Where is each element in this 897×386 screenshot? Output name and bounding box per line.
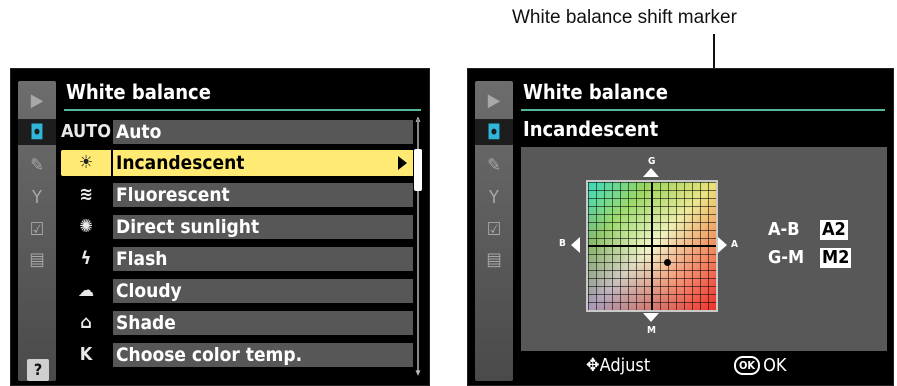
menu-item-label: Flash	[113, 247, 413, 271]
retouch-icon[interactable]: ☑	[22, 217, 52, 243]
recent-settings-icon[interactable]: ▤	[479, 247, 509, 273]
pencil-icon[interactable]: ✎	[22, 153, 52, 179]
menu-item-fluorescent[interactable]: ≋ Fluorescent	[61, 181, 413, 209]
menu-item-direct-sunlight[interactable]: ✺ Direct sunlight	[61, 213, 413, 241]
wrench-icon[interactable]: Y	[22, 185, 52, 211]
playback-icon[interactable]: ▶	[22, 88, 52, 114]
axis-label-green: G	[648, 156, 656, 167]
page-title: White balance	[66, 80, 211, 104]
kelvin-icon: K	[79, 344, 93, 365]
shift-axis-label: A-B	[768, 219, 800, 240]
axis-label-magenta: M	[647, 325, 656, 336]
menu-item-flash[interactable]: ϟ Flash	[61, 245, 413, 273]
menu-item-cloudy[interactable]: ☁ Cloudy	[61, 277, 413, 305]
camera-icon[interactable]: ◘	[18, 119, 56, 145]
menu-item-label: Incandescent	[113, 150, 413, 176]
ok-hint[interactable]: OK OK	[734, 355, 786, 376]
flash-icon: ϟ	[80, 248, 92, 269]
white-balance-menu-screen: ▶ ◘ ✎ Y ☑ ▤ ? White balance AUTO Auto ☀ …	[10, 68, 430, 386]
selected-preset-title: Incandescent	[523, 117, 659, 141]
playback-icon[interactable]: ▶	[479, 88, 509, 114]
magenta-arrow-icon	[643, 313, 659, 322]
menu-item-label: Cloudy	[113, 279, 413, 303]
submenu-arrow-icon	[398, 156, 407, 170]
amber-arrow-icon	[718, 237, 727, 253]
title-divider	[64, 109, 421, 111]
menu-item-label: Fluorescent	[113, 183, 413, 207]
title-divider	[521, 109, 885, 111]
menu-item-incandescent[interactable]: ☀ Incandescent	[61, 149, 413, 177]
shift-axis-label: G-M	[768, 247, 805, 268]
retouch-icon[interactable]: ☑	[479, 217, 509, 243]
white-balance-shift-marker[interactable]	[664, 259, 671, 266]
color-shift-grid[interactable]	[586, 180, 718, 312]
menu-item-auto[interactable]: AUTO Auto	[61, 118, 413, 146]
incandescent-bulb-icon: ☀	[61, 150, 111, 176]
scroll-down-icon: ▾	[415, 366, 421, 379]
menu-item-choose-color-temp[interactable]: K Choose color temp.	[61, 341, 413, 369]
menu-tab-rail: ▶ ◘ ✎ Y ☑ ▤ ?	[18, 81, 56, 381]
help-icon[interactable]: ?	[27, 359, 49, 381]
menu-tab-rail: ▶ ◘ ✎ Y ☑ ▤	[475, 81, 513, 381]
shift-value: M2	[820, 247, 852, 268]
blue-arrow-icon	[571, 237, 580, 253]
cloud-icon: ☁	[77, 280, 95, 301]
shift-value: A2	[820, 219, 848, 240]
menu-item-label: Choose color temp.	[113, 343, 413, 367]
shade-icon: ⌂	[80, 312, 92, 333]
menu-item-shade[interactable]: ⌂ Shade	[61, 309, 413, 337]
page-title: White balance	[523, 80, 668, 104]
shift-readout-ab: A-B A2	[768, 219, 848, 240]
sun-icon: ✺	[79, 216, 93, 237]
menu-item-label: Shade	[113, 311, 413, 335]
axis-label-amber: A	[731, 239, 738, 250]
marker-caption: White balance shift marker	[512, 7, 737, 28]
adjust-hint: ✥Adjust	[586, 355, 650, 376]
axis-label-blue: B	[559, 238, 566, 249]
adjust-label: Adjust	[599, 355, 651, 376]
ok-button-icon: OK	[734, 356, 761, 375]
green-arrow-icon	[643, 168, 659, 177]
menu-item-label: Auto	[113, 120, 413, 144]
recent-settings-icon[interactable]: ▤	[22, 247, 52, 273]
multi-selector-icon: ✥	[586, 355, 600, 376]
ok-label: OK	[763, 355, 787, 376]
scrollbar-thumb[interactable]	[414, 149, 422, 191]
pencil-icon[interactable]: ✎	[479, 153, 509, 179]
menu-item-label: Direct sunlight	[113, 215, 413, 239]
shift-readout-gm: G-M M2	[768, 247, 852, 268]
white-balance-fine-tune-screen: ▶ ◘ ✎ Y ☑ ▤ White balance Incandescent G…	[467, 68, 894, 386]
camera-icon[interactable]: ◘	[475, 119, 513, 145]
wrench-icon[interactable]: Y	[479, 185, 509, 211]
fluorescent-icon: ≋	[79, 184, 93, 205]
auto-icon: AUTO	[61, 121, 111, 142]
